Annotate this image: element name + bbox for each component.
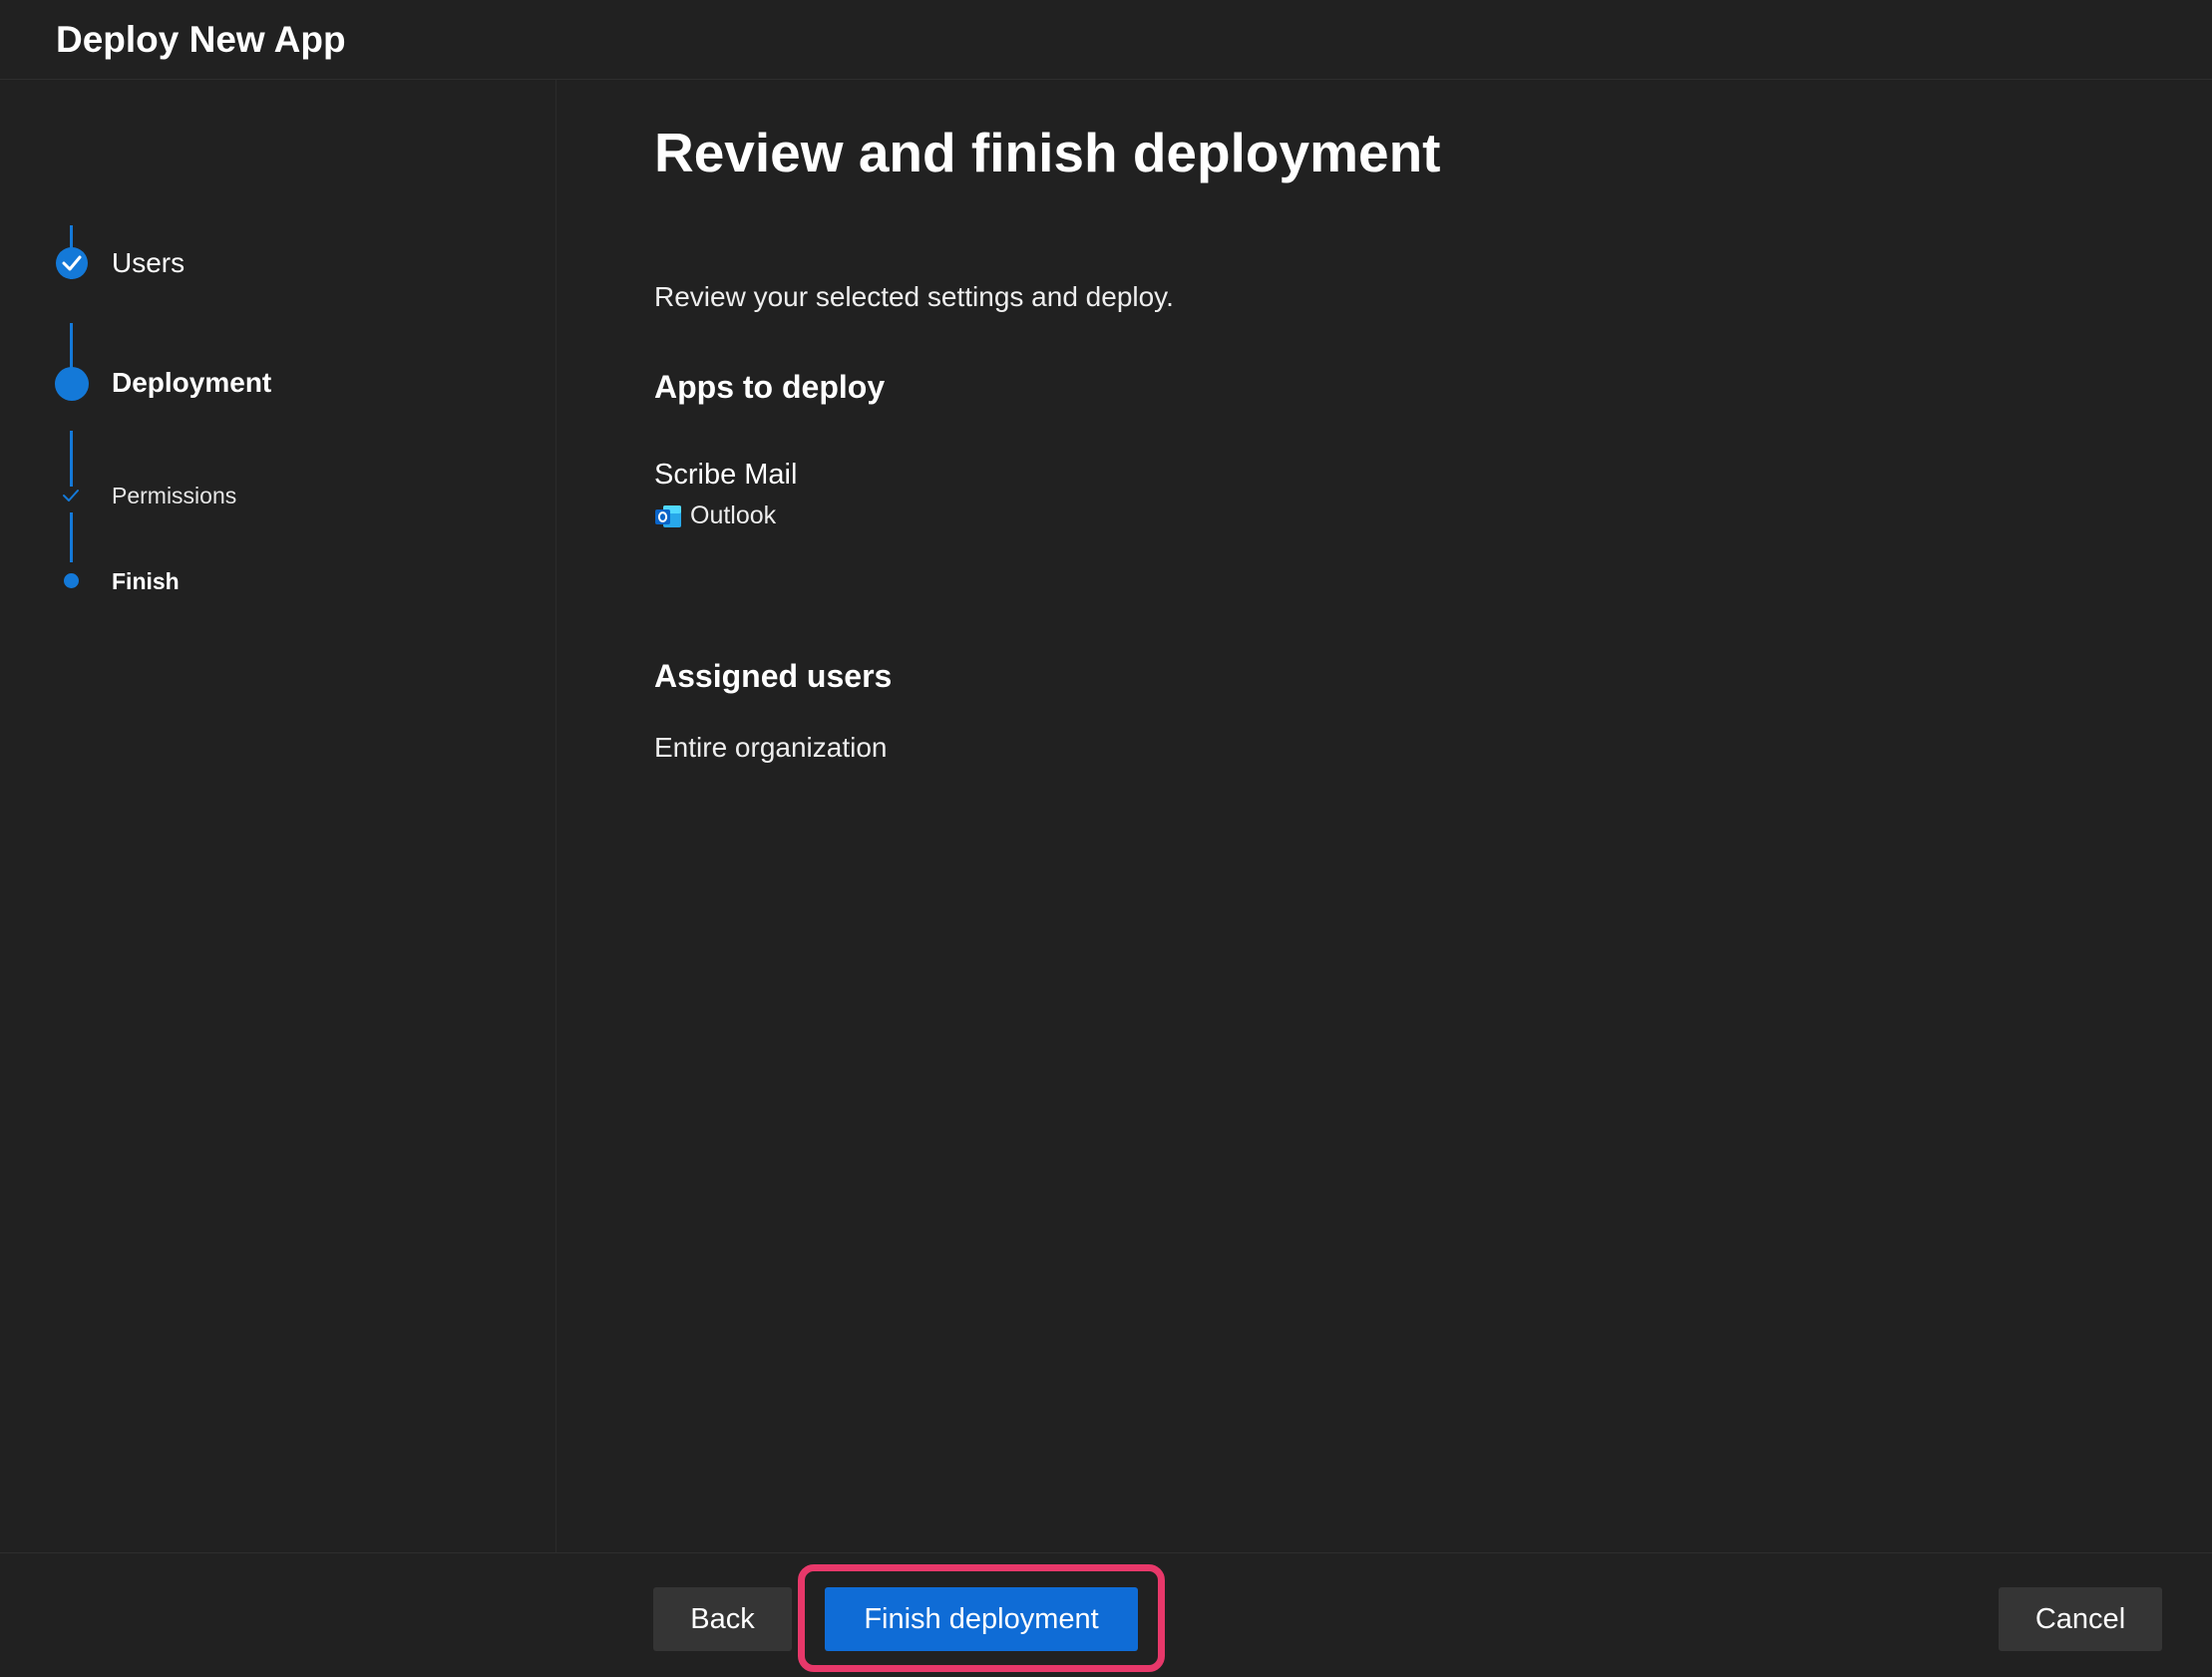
step-users-label: Users xyxy=(112,247,185,278)
dialog-title: Deploy New App xyxy=(56,19,346,60)
step-connector xyxy=(70,512,73,562)
assigned-users-value: Entire organization xyxy=(654,732,888,763)
page-description: Review your selected settings and deploy… xyxy=(654,281,1174,312)
finish-deployment-button[interactable]: Finish deployment xyxy=(825,1587,1138,1651)
dialog-header: Deploy New App xyxy=(0,0,2212,80)
app-host-label: Outlook xyxy=(690,502,777,529)
substep-permissions-label: Permissions xyxy=(112,483,237,508)
step-deployment-label: Deployment xyxy=(112,367,272,398)
substep-check-icon xyxy=(63,490,79,502)
substep-current-dot-icon xyxy=(64,573,79,588)
outlook-icon xyxy=(655,505,681,527)
app-name: Scribe Mail xyxy=(654,459,798,491)
step-navigation: Users Deployment Permissions Finish xyxy=(0,80,556,1552)
cancel-button[interactable]: Cancel xyxy=(1999,1587,2162,1651)
apps-to-deploy-heading: Apps to deploy xyxy=(654,369,886,405)
step-completed-check-icon xyxy=(56,247,88,279)
step-current-indicator-icon xyxy=(55,367,89,401)
assigned-users-heading: Assigned users xyxy=(654,658,893,694)
page-title: Review and finish deployment xyxy=(654,122,1441,183)
substep-finish-label: Finish xyxy=(112,568,180,594)
step-connector xyxy=(70,431,73,487)
dialog-footer: Back Finish deployment Cancel xyxy=(0,1552,2212,1677)
back-button[interactable]: Back xyxy=(653,1587,792,1651)
